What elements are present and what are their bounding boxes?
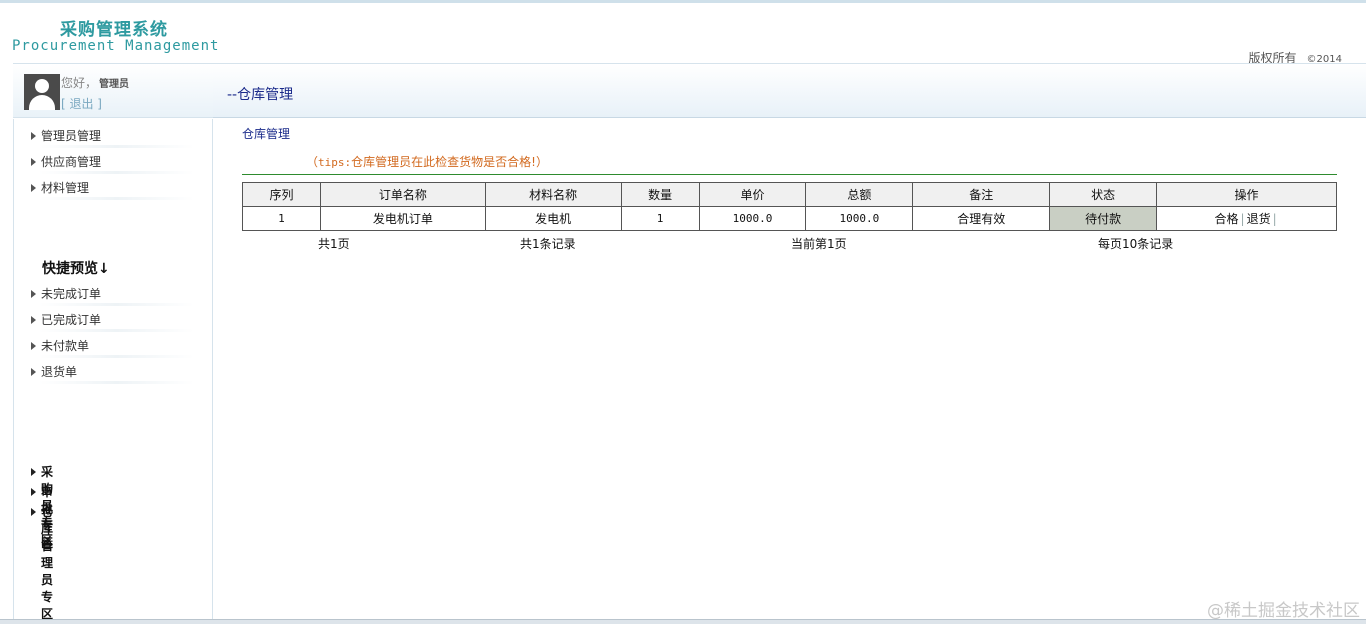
quick-preview-title: 快捷预览↓ [42,261,110,277]
app-header: 采购管理系统 Procurement Management 版权所有 ©2014 [0,3,1366,65]
caret-right-icon [31,158,36,166]
tips-open: （ [306,155,319,169]
caret-right-icon [31,508,36,516]
table-row: 1 发电机订单 发电机 1 1000.0 1000.0 合理有效 待付款 合格 |… [242,206,1337,231]
caret-right-icon [31,290,36,298]
tips-text: （tips:仓库管理员在此检查货物是否合格!） [306,153,548,170]
user-name: 管理员 [99,79,130,90]
breadcrumb: --仓库管理 [227,87,294,103]
greeting-text: 您好， [61,76,98,90]
column-header: 总额 [805,182,914,207]
caret-right-icon [31,316,36,324]
cell-actions: 合格 | 退货 | [1156,206,1337,231]
divider [242,174,1337,175]
sidebar-item-label: 未完成订单 [41,287,102,301]
pass-link[interactable]: 合格 [1215,212,1239,226]
sidebar-item-supplier-management[interactable]: 供应商管理 [29,152,194,174]
logout-link[interactable]: [ 退出 ] [61,95,102,112]
greeting: 您好， 管理员 [61,74,129,91]
sidebar: 管理员管理 供应商管理 材料管理 快捷预览↓ 未完成订单 已完成订单 未付款单 … [13,119,213,624]
watermark: @稀土掘金技术社区 [1207,601,1360,621]
cell-order-name: 发电机订单 [319,206,486,231]
column-header: 数量 [620,182,700,207]
caret-right-icon [31,488,36,496]
pager-current-page: 当前第1页 [791,237,847,251]
app-title-en: Procurement Management [12,38,220,54]
warehouse-table: 序列 订单名称 材料名称 数量 单价 总额 备注 状态 操作 1 发电机订单 发… [242,182,1337,231]
section-title: 仓库管理 [242,127,291,141]
zone-label: 仓库管理员专区 [41,505,54,621]
caret-right-icon [31,132,36,140]
pager-total-records: 共1条记录 [520,237,576,251]
table-header-row: 序列 订单名称 材料名称 数量 单价 总额 备注 状态 操作 [242,182,1337,207]
avatar [24,74,60,110]
column-header: 备注 [912,182,1051,207]
sidebar-item-label: 材料管理 [41,181,90,195]
sidebar-item-label: 管理员管理 [41,129,102,143]
action-separator: | [1272,212,1277,226]
sidebar-item-label: 供应商管理 [41,155,102,169]
return-link[interactable]: 退货 [1247,212,1271,226]
pager-total-pages: 共1页 [318,237,350,251]
main-content: 仓库管理 （tips:仓库管理员在此检查货物是否合格!） 序列 订单名称 材料名… [213,119,1366,624]
column-header: 操作 [1156,182,1337,207]
cell-material: 发电机 [484,206,622,231]
sidebar-item-completed-orders[interactable]: 已完成订单 [29,310,194,332]
taskbar-edge [0,619,1366,624]
caret-right-icon [31,342,36,350]
user-panel: 您好， 管理员 [ 退出 ] [13,63,213,118]
main-header: --仓库管理 [213,63,1366,118]
cell-total: 1000.0 [805,206,914,231]
cell-remark: 合理有效 [912,206,1051,231]
pager-per-page: 每页10条记录 [1098,237,1174,251]
sidebar-item-return-orders[interactable]: 退货单 [29,362,194,384]
column-header: 状态 [1049,182,1158,207]
cell-unit-price: 1000.0 [698,206,807,231]
caret-right-icon [31,368,36,376]
sidebar-item-unpaid-orders[interactable]: 未付款单 [29,336,194,358]
sidebar-item-incomplete-orders[interactable]: 未完成订单 [29,284,194,306]
action-separator: | [1240,212,1245,226]
sidebar-item-material-management[interactable]: 材料管理 [29,178,194,200]
sidebar-item-admin-management[interactable]: 管理员管理 [29,126,194,148]
app-title-cn: 采购管理系统 [60,20,168,40]
sidebar-item-label: 退货单 [41,365,78,379]
caret-right-icon [31,468,36,476]
column-header: 单价 [698,182,807,207]
column-header: 订单名称 [319,182,486,207]
sidebar-item-label: 未付款单 [41,339,90,353]
sidebar-item-label: 已完成订单 [41,313,102,327]
cell-index: 1 [242,206,321,231]
column-header: 序列 [242,182,321,207]
tips-message: 仓库管理员在此检查货物是否合格! [351,155,536,169]
caret-right-icon [31,184,36,192]
tips-close: ） [535,155,548,169]
status-badge: 待付款 [1049,206,1158,231]
tips-prefix: tips: [318,156,352,169]
column-header: 材料名称 [484,182,622,207]
cell-quantity: 1 [620,206,700,231]
